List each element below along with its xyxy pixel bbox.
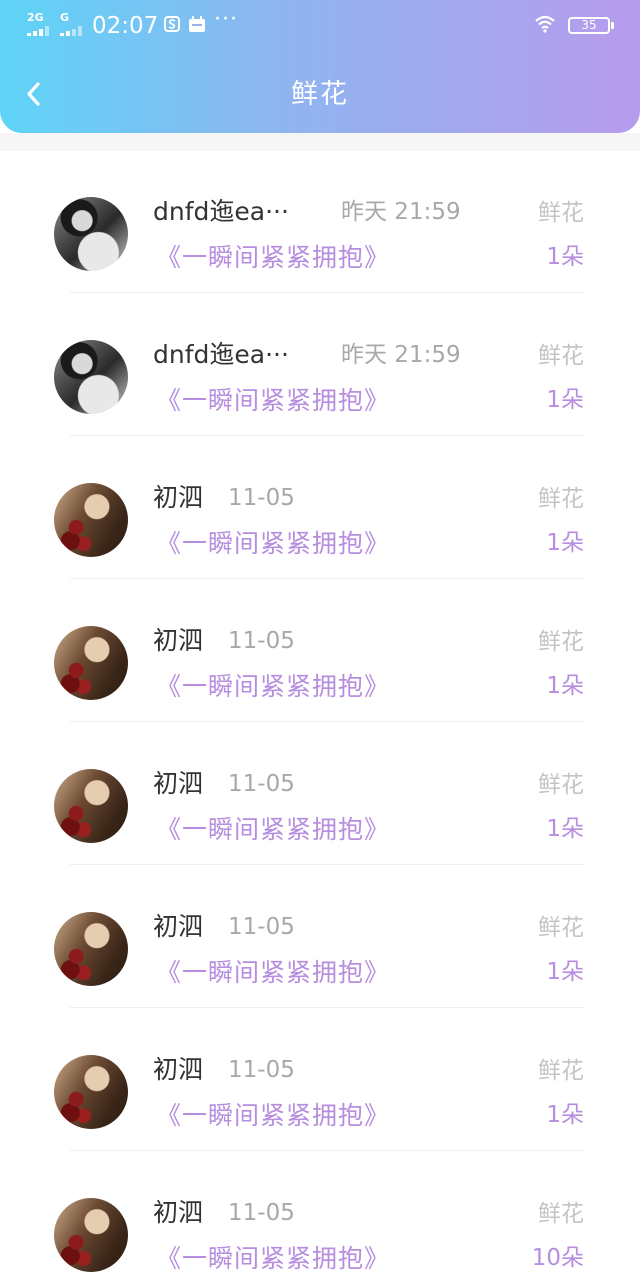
divider bbox=[70, 1150, 584, 1151]
signal-type-label: 2G bbox=[27, 11, 44, 24]
divider bbox=[70, 1007, 584, 1008]
gift-count: 1朵 bbox=[546, 673, 584, 699]
gift-count: 1朵 bbox=[546, 1102, 584, 1128]
gift-type: 鲜花 bbox=[538, 772, 584, 798]
sender-name: 初泗 bbox=[153, 626, 204, 655]
avatar[interactable] bbox=[54, 769, 128, 843]
page-title: 鲜花 bbox=[291, 79, 349, 110]
song-title[interactable]: 《一瞬间紧紧拥抱》 bbox=[156, 814, 390, 846]
list-item[interactable]: dnfd迤ea··· 昨天 21:59 鲜花 《一瞬间紧紧拥抱》 1朵 bbox=[0, 294, 640, 437]
divider bbox=[70, 435, 584, 436]
sender-name: 初泗 bbox=[153, 912, 204, 941]
status-bar: 2G G 02:07 ··· 35 bbox=[0, 0, 640, 52]
song-title[interactable]: 《一瞬间紧紧拥抱》 bbox=[156, 385, 390, 417]
s-app-icon bbox=[164, 16, 180, 36]
calendar-icon bbox=[188, 16, 206, 37]
send-time: 11-05 bbox=[228, 1057, 295, 1083]
list-item[interactable]: dnfd迤ea··· 昨天 21:59 鲜花 《一瞬间紧紧拥抱》 1朵 bbox=[0, 151, 640, 294]
send-time: 11-05 bbox=[228, 485, 295, 511]
send-time: 昨天 21:59 bbox=[341, 199, 461, 225]
list-item[interactable]: 初泗 11-05 鲜花 《一瞬间紧紧拥抱》 10朵 bbox=[0, 1152, 640, 1276]
clock: 02:07 bbox=[92, 13, 159, 39]
song-title[interactable]: 《一瞬间紧紧拥抱》 bbox=[156, 957, 390, 989]
list-item[interactable]: 初泗 11-05 鲜花 《一瞬间紧紧拥抱》 1朵 bbox=[0, 580, 640, 723]
gift-type: 鲜花 bbox=[538, 629, 584, 655]
gift-type: 鲜花 bbox=[538, 200, 584, 226]
list-item[interactable]: 初泗 11-05 鲜花 《一瞬间紧紧拥抱》 1朵 bbox=[0, 437, 640, 580]
send-time: 11-05 bbox=[228, 914, 295, 940]
gift-count: 10朵 bbox=[531, 1245, 584, 1271]
song-title[interactable]: 《一瞬间紧紧拥抱》 bbox=[156, 1243, 390, 1275]
gift-count: 1朵 bbox=[546, 244, 584, 270]
avatar[interactable] bbox=[54, 1198, 128, 1272]
divider bbox=[70, 292, 584, 293]
battery-level: 35 bbox=[581, 18, 597, 32]
send-time: 11-05 bbox=[228, 771, 295, 797]
gift-type: 鲜花 bbox=[538, 1201, 584, 1227]
avatar[interactable] bbox=[54, 912, 128, 986]
song-title[interactable]: 《一瞬间紧紧拥抱》 bbox=[156, 1100, 390, 1132]
header-gap bbox=[0, 133, 640, 151]
battery-icon: 35 bbox=[568, 17, 614, 34]
sender-name: 初泗 bbox=[153, 1055, 204, 1084]
avatar[interactable] bbox=[54, 340, 128, 414]
divider bbox=[70, 578, 584, 579]
gift-type: 鲜花 bbox=[538, 915, 584, 941]
send-time: 11-05 bbox=[228, 628, 295, 654]
signal-type-label-2: G bbox=[60, 11, 70, 24]
send-time: 昨天 21:59 bbox=[341, 342, 461, 368]
gift-count: 1朵 bbox=[546, 959, 584, 985]
gift-record-list: dnfd迤ea··· 昨天 21:59 鲜花 《一瞬间紧紧拥抱》 1朵 dnfd… bbox=[0, 151, 640, 1276]
sender-name: dnfd迤ea··· bbox=[153, 197, 289, 226]
sender-name: 初泗 bbox=[153, 769, 204, 798]
avatar[interactable] bbox=[54, 1055, 128, 1129]
gift-count: 1朵 bbox=[546, 387, 584, 413]
avatar[interactable] bbox=[54, 626, 128, 700]
list-item[interactable]: 初泗 11-05 鲜花 《一瞬间紧紧拥抱》 1朵 bbox=[0, 1009, 640, 1152]
gift-count: 1朵 bbox=[546, 530, 584, 556]
song-title[interactable]: 《一瞬间紧紧拥抱》 bbox=[156, 671, 390, 703]
wifi-icon bbox=[535, 15, 555, 37]
song-title[interactable]: 《一瞬间紧紧拥抱》 bbox=[156, 242, 390, 274]
sender-name: 初泗 bbox=[153, 1198, 204, 1227]
app-header: 2G G 02:07 ··· 35 鲜花 bbox=[0, 0, 640, 133]
gift-type: 鲜花 bbox=[538, 1058, 584, 1084]
list-item[interactable]: 初泗 11-05 鲜花 《一瞬间紧紧拥抱》 1朵 bbox=[0, 723, 640, 866]
gift-type: 鲜花 bbox=[538, 343, 584, 369]
avatar[interactable] bbox=[54, 483, 128, 557]
gift-count: 1朵 bbox=[546, 816, 584, 842]
list-item[interactable]: 初泗 11-05 鲜花 《一瞬间紧紧拥抱》 1朵 bbox=[0, 866, 640, 1009]
sender-name: 初泗 bbox=[153, 483, 204, 512]
song-title[interactable]: 《一瞬间紧紧拥抱》 bbox=[156, 528, 390, 560]
divider bbox=[70, 864, 584, 865]
gift-type: 鲜花 bbox=[538, 486, 584, 512]
send-time: 11-05 bbox=[228, 1200, 295, 1226]
sender-name: dnfd迤ea··· bbox=[153, 340, 289, 369]
divider bbox=[70, 721, 584, 722]
avatar[interactable] bbox=[54, 197, 128, 271]
more-notifications-icon: ··· bbox=[214, 7, 238, 32]
